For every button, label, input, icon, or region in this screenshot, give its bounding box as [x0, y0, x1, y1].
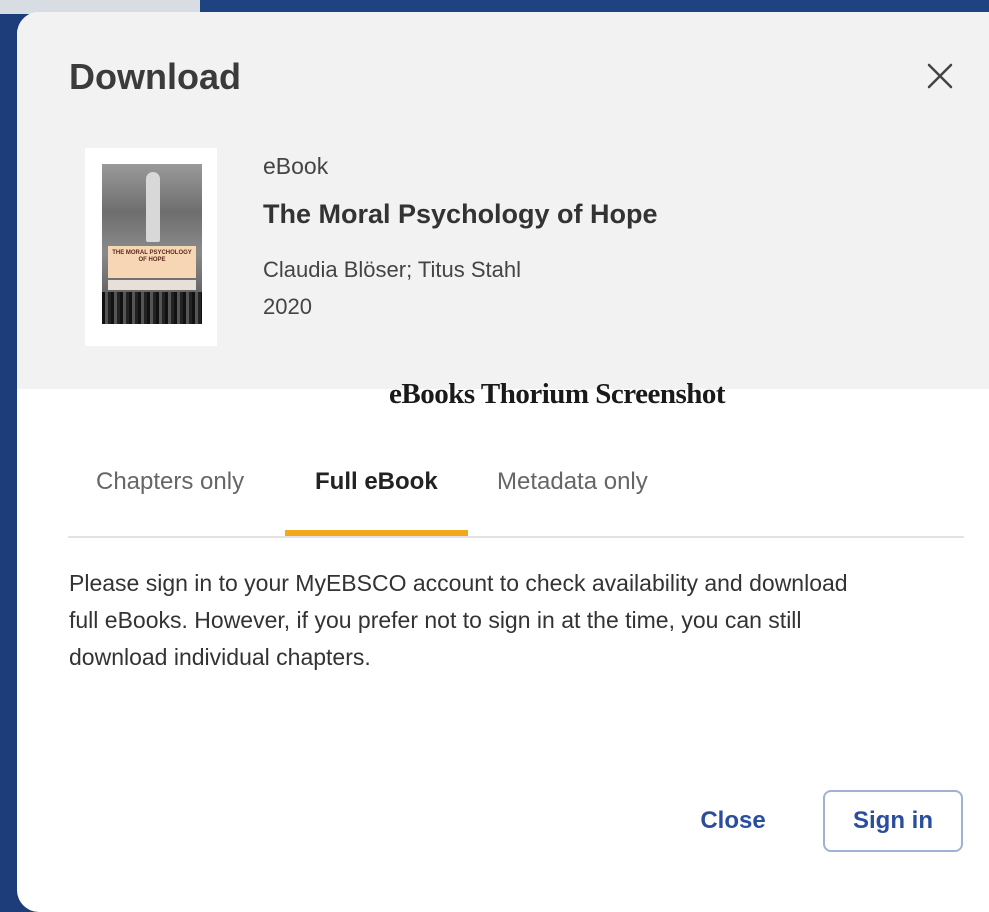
- book-cover: THE MORAL PSYCHOLOGY OF HOPE: [85, 148, 217, 346]
- download-dialog: Download THE MORAL PSYCHOLOGY OF HOPE eB…: [17, 12, 989, 912]
- tab-label: Full eBook: [315, 468, 438, 495]
- dialog-header: Download THE MORAL PSYCHOLOGY OF HOPE eB…: [17, 12, 989, 389]
- dialog-title: Download: [69, 56, 241, 97]
- tab-metadata-only[interactable]: Metadata only: [497, 464, 677, 536]
- tab-label: Chapters only: [96, 468, 245, 495]
- book-title: The Moral Psychology of Hope: [263, 199, 658, 229]
- cover-title: THE MORAL PSYCHOLOGY OF HOPE: [108, 246, 196, 278]
- sign-in-message: Please sign in to your MyEBSCO account t…: [69, 570, 848, 670]
- close-button[interactable]: Close: [683, 790, 783, 852]
- cover-subtitle-strip: [108, 280, 196, 290]
- tab-label: Metadata only: [497, 468, 648, 495]
- cover-image: THE MORAL PSYCHOLOGY OF HOPE: [102, 164, 202, 324]
- cover-bottom-pattern: [102, 292, 202, 324]
- publication-year: 2020: [263, 294, 312, 319]
- cover-figure: [146, 172, 160, 242]
- item-type: eBook: [263, 153, 329, 179]
- tab-full-ebook[interactable]: Full eBook: [285, 464, 468, 536]
- close-icon[interactable]: [920, 56, 960, 96]
- sign-in-button[interactable]: Sign in: [823, 790, 963, 852]
- book-authors: Claudia Blöser; Titus Stahl: [263, 257, 522, 282]
- download-tabs: Chapters only Full eBook Metadata only: [68, 464, 964, 538]
- tab-chapters-only[interactable]: Chapters only: [96, 464, 266, 536]
- screenshot-caption: eBooks Thorium Screenshot: [389, 378, 726, 410]
